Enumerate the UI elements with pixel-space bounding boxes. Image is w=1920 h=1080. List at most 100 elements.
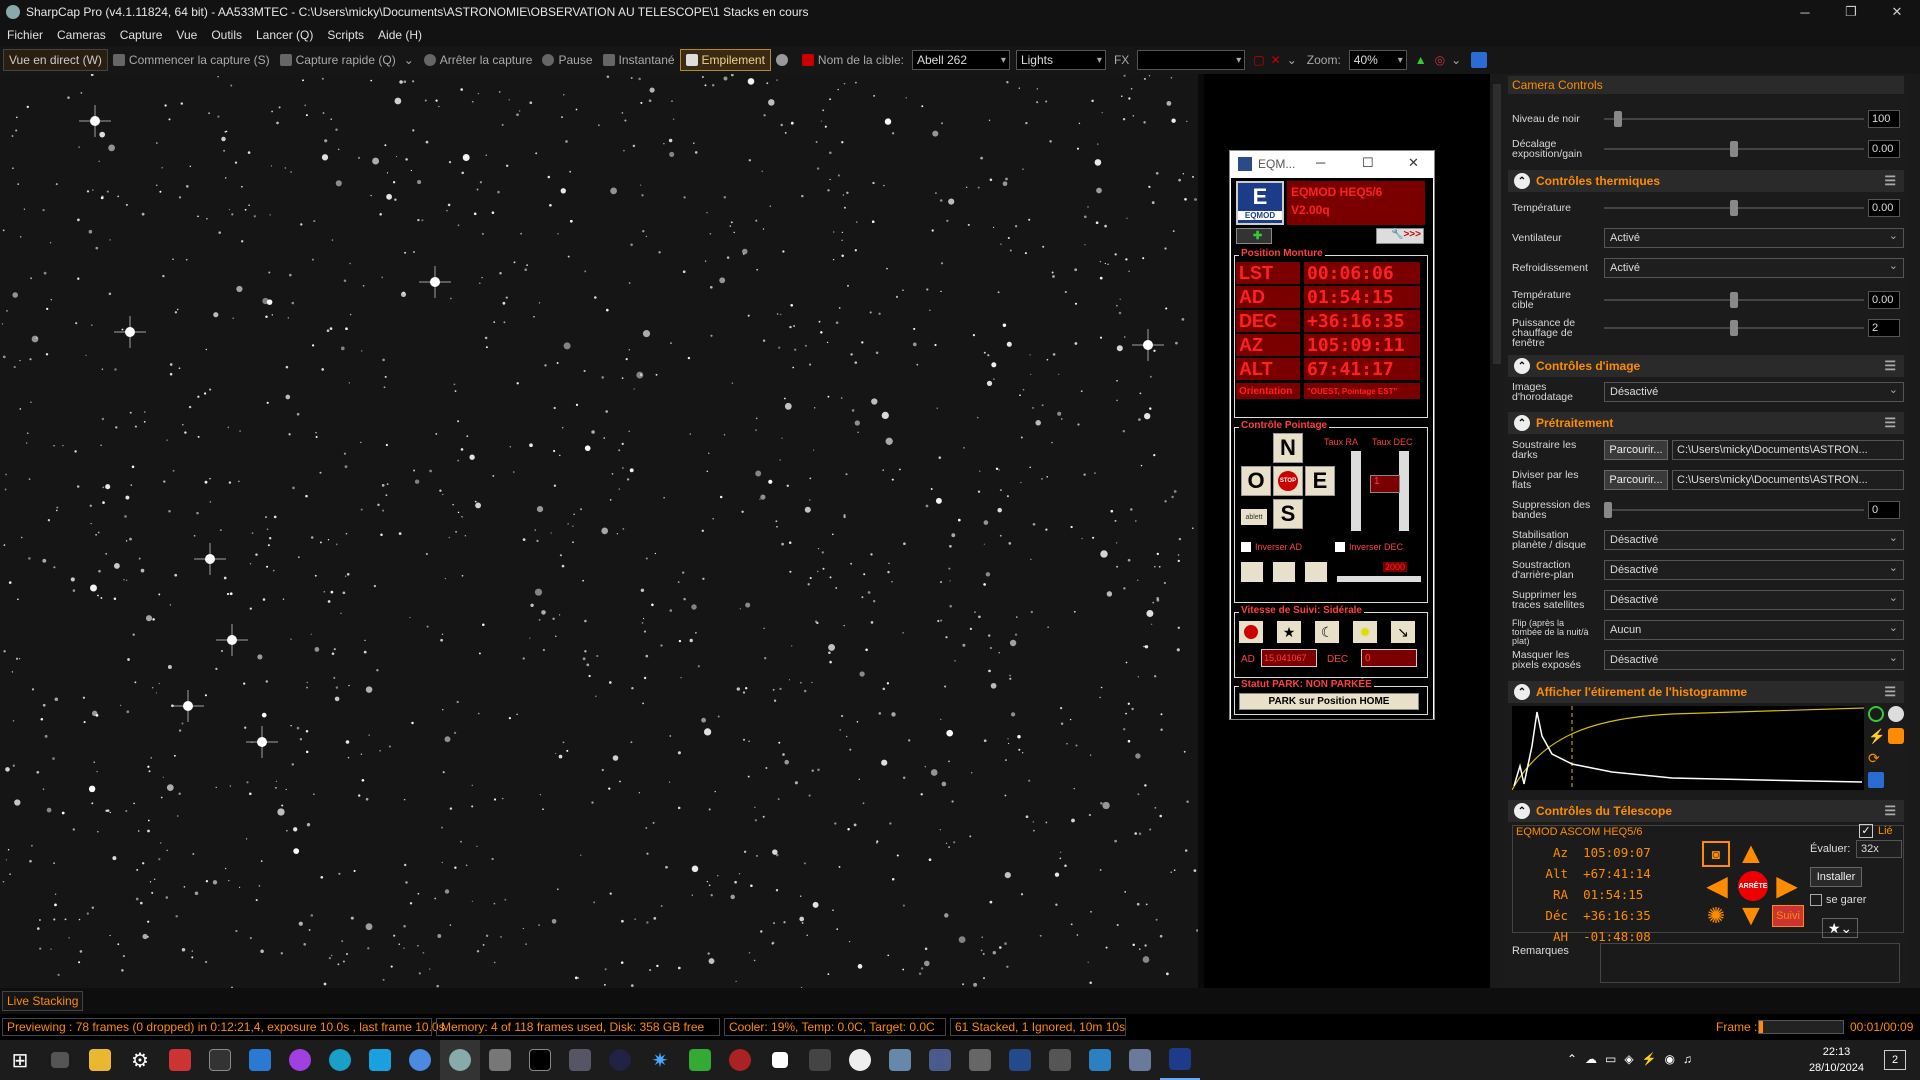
collapse-icon[interactable]: ⌃	[1514, 803, 1530, 819]
app-8-button[interactable]	[600, 1040, 640, 1080]
exposure-offset-value[interactable]: 0.00	[1868, 140, 1900, 158]
notification-icon[interactable]: 2	[1884, 1050, 1906, 1070]
chevron-down-icon[interactable]: ⌄	[1451, 53, 1461, 67]
west-button[interactable]: O	[1241, 466, 1271, 496]
banding-value[interactable]: 0	[1868, 501, 1900, 519]
clock[interactable]: 22:13 28/10/2024	[1809, 1044, 1864, 1076]
app-19-button[interactable]	[1040, 1040, 1080, 1080]
slew-stop-button[interactable]: ARRÊTE	[1738, 871, 1768, 901]
mask-select[interactable]: Désactivé	[1604, 650, 1904, 670]
darks-browse-button[interactable]: Parcourir...	[1604, 440, 1668, 460]
menu-scripts[interactable]: Scripts	[320, 28, 371, 42]
snapshot-button[interactable]: Instantané	[598, 49, 680, 71]
target-name-input[interactable]: Abell 262	[911, 50, 1010, 70]
checkbox-box[interactable]	[1335, 542, 1345, 552]
target-temp-value[interactable]: 0.00	[1868, 291, 1900, 309]
collapse-icon[interactable]: ⌃	[1514, 358, 1530, 374]
cooling-select[interactable]: Activé	[1604, 258, 1904, 278]
app-12-button[interactable]	[760, 1040, 800, 1080]
quick-capture-button[interactable]: Capture rapide (Q) ⌄	[275, 49, 419, 71]
app-13-button[interactable]	[800, 1040, 840, 1080]
eqmod-add-button[interactable]: ✚	[1236, 228, 1272, 244]
app-1-button[interactable]	[160, 1040, 200, 1080]
eqmod-setup-button[interactable]: 🔧>>>	[1376, 228, 1424, 244]
app-14-button[interactable]	[840, 1040, 880, 1080]
menu-lancer[interactable]: Lancer (Q)	[249, 28, 320, 42]
app-9-button[interactable]: ✷	[640, 1040, 680, 1080]
exposure-offset-slider[interactable]	[1604, 141, 1864, 157]
app-3-button[interactable]	[360, 1040, 400, 1080]
zoom-select[interactable]: 40%	[1348, 50, 1407, 70]
flats-browse-button[interactable]: Parcourir...	[1604, 470, 1668, 490]
collapse-icon[interactable]: ⌃	[1514, 415, 1530, 431]
sharpcap-task-button[interactable]	[440, 1040, 480, 1080]
app-6-button[interactable]	[520, 1040, 560, 1080]
histogram-buttons[interactable]: ▲ ◎ ⌄	[1410, 49, 1466, 71]
east-button[interactable]: E	[1305, 466, 1335, 496]
invert-ad-checkbox[interactable]: Inverser AD	[1241, 542, 1302, 552]
slider-knob[interactable]	[1614, 111, 1622, 127]
edge-button[interactable]	[320, 1040, 360, 1080]
app-18-button[interactable]	[1000, 1040, 1040, 1080]
custom-rate-icon[interactable]: ↘	[1391, 621, 1415, 643]
start-capture-button[interactable]: Commencer la capture (S)	[108, 49, 275, 71]
park-checkbox[interactable]: se garer	[1810, 894, 1866, 906]
panel-scrollbar[interactable]	[1906, 74, 1920, 988]
app-17-button[interactable]	[960, 1040, 1000, 1080]
menu-cameras[interactable]: Cameras	[50, 28, 113, 42]
temperature-slider[interactable]	[1604, 200, 1864, 216]
settings-button[interactable]: ⚙	[120, 1040, 160, 1080]
track-ad-rate-input[interactable]: 15,041067	[1261, 649, 1317, 667]
preprocessing-header[interactable]: ⌃ Prétraitement ☰	[1508, 412, 1904, 434]
slew-rate-select[interactable]: 32x	[1856, 840, 1902, 858]
app-11-button[interactable]	[720, 1040, 760, 1080]
eqmod-close-button[interactable]: ✕	[1408, 155, 1419, 171]
track-dec-rate-input[interactable]: 0	[1361, 649, 1417, 667]
eqmod-maximize-button[interactable]: ☐	[1362, 155, 1374, 171]
heater-value[interactable]: 2	[1868, 319, 1900, 337]
target-sun-icon[interactable]: ✺	[1702, 903, 1730, 929]
darks-path-select[interactable]: C:\Users\micky\Documents\ASTRON...	[1672, 440, 1904, 460]
north-button[interactable]: N	[1273, 433, 1303, 463]
app-15-button[interactable]	[880, 1040, 920, 1080]
rate-dec-slider[interactable]	[1399, 451, 1409, 531]
live-image-view[interactable]	[0, 74, 1198, 988]
eqmod-task-button[interactable]	[1160, 1040, 1200, 1080]
background-select[interactable]: Désactivé	[1604, 560, 1904, 580]
menu-icon[interactable]: ☰	[1884, 415, 1896, 431]
pause-button[interactable]: Pause	[537, 49, 597, 71]
save-icon[interactable]	[1868, 772, 1884, 788]
app-4-button[interactable]	[400, 1040, 440, 1080]
messenger-button[interactable]	[280, 1040, 320, 1080]
track-stop-button[interactable]	[1239, 621, 1263, 643]
close-button[interactable]: ✕	[1874, 0, 1920, 24]
flip-select[interactable]: Aucun	[1604, 620, 1904, 640]
crosshair-icon[interactable]: ✕	[1271, 53, 1281, 67]
stop-slew-button[interactable]: STOP	[1273, 466, 1303, 496]
histogram-header[interactable]: ⌃ Afficher l'étirement de l'histogramme ☰	[1508, 681, 1904, 703]
banding-slider[interactable]	[1604, 502, 1864, 518]
slider-knob[interactable]	[1730, 292, 1738, 308]
minimize-button[interactable]: ─	[1782, 0, 1828, 24]
lunar-moon-icon[interactable]: ☾	[1315, 621, 1339, 643]
linked-checkbox[interactable]: ✓	[1859, 824, 1873, 838]
solar-sun-icon[interactable]: ✹	[1353, 621, 1377, 643]
menu-icon[interactable]: ☰	[1884, 803, 1896, 819]
live-view-button[interactable]: Vue en direct (W)	[3, 49, 108, 71]
menu-aide[interactable]: Aide (H)	[371, 28, 429, 42]
menu-icon[interactable]: ☰	[1884, 684, 1896, 700]
reticle-icon[interactable]: ▢	[1253, 53, 1264, 67]
slew-left-arrow[interactable]: ◀	[1702, 871, 1732, 901]
maximize-button[interactable]: ❐	[1828, 0, 1874, 24]
black-level-value[interactable]: 100	[1868, 110, 1900, 128]
park-home-button[interactable]: PARK sur Position HOME	[1239, 693, 1419, 710]
pad-mode-button[interactable]: ablett	[1241, 509, 1267, 525]
stabilization-select[interactable]: Désactivé	[1604, 530, 1904, 550]
telescope-header[interactable]: ⌃ Contrôles du Télescope ☰	[1508, 800, 1904, 822]
slew-up-arrow[interactable]: ▲	[1736, 839, 1766, 869]
stop-capture-button[interactable]: Arrêter la capture	[419, 49, 538, 71]
track-button[interactable]: Suivi	[1772, 905, 1804, 927]
scrollbar-thumb[interactable]	[1493, 84, 1501, 364]
remarks-field[interactable]	[1600, 943, 1900, 983]
frame-type-select[interactable]: Lights	[1015, 50, 1106, 70]
